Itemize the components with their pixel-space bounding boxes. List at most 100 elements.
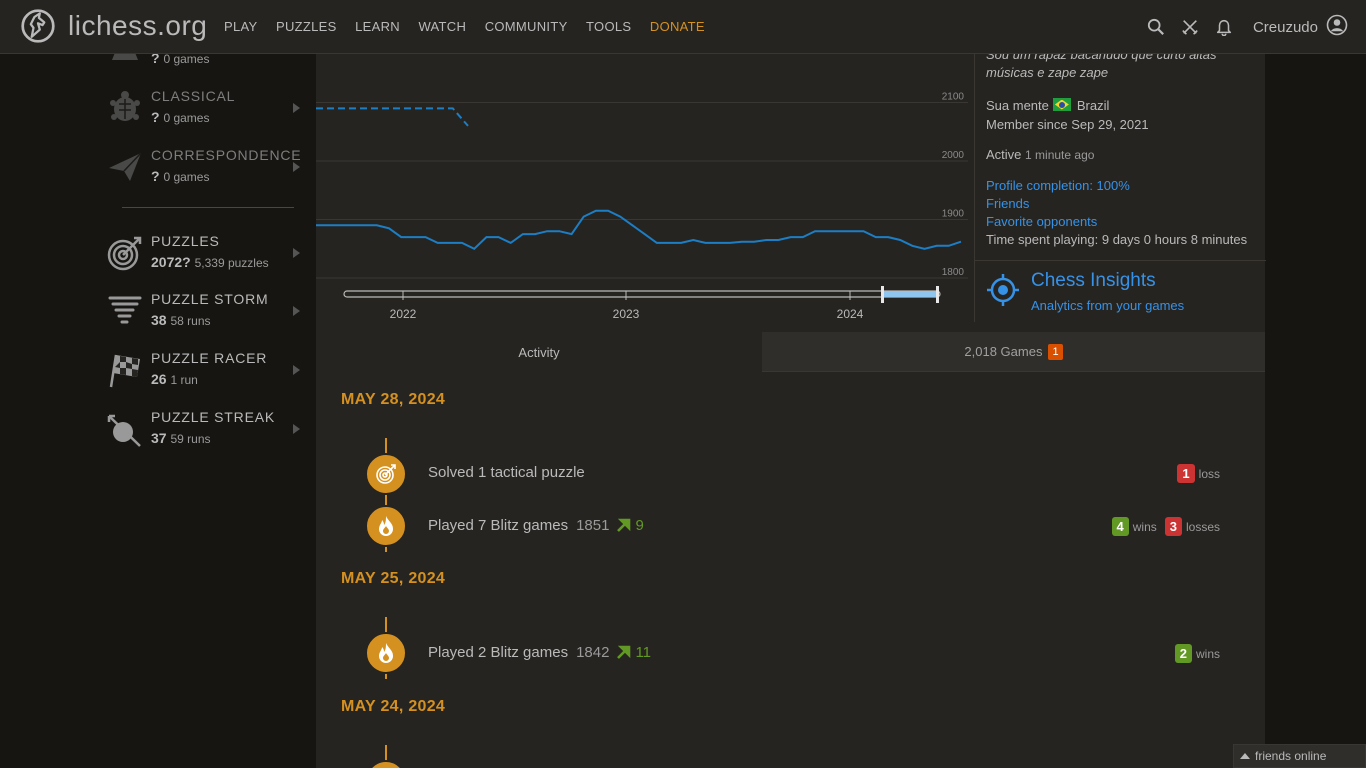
win-count-badge: 2 <box>1174 644 1192 663</box>
fire-icon <box>365 632 407 674</box>
profile-completion-link[interactable]: Profile completion: 100% <box>986 178 1130 193</box>
sidebar-item-value: 37 59 runs <box>151 430 211 446</box>
expand-arrow-icon <box>293 424 300 434</box>
sidebar-item-label: PUZZLE STREAK <box>151 409 275 425</box>
top-icons: Creuzudo <box>1139 0 1366 54</box>
main-nav: PLAY PUZZLES LEARN WATCH COMMUNITY TOOLS… <box>224 19 723 34</box>
tab-activity[interactable]: Activity <box>316 332 762 372</box>
rating-up-arrow-icon <box>617 645 631 663</box>
y-tick-label: 1900 <box>942 209 965 220</box>
nav-learn[interactable]: LEARN <box>355 19 400 34</box>
activity-result: 1 loss <box>1169 464 1220 483</box>
sidebar-item-value: 38 58 runs <box>151 312 211 328</box>
activity-result: 2 wins <box>1167 644 1220 663</box>
sidebar-item-puzzle-racer[interactable]: PUZZLE RACER 26 1 run <box>100 345 316 401</box>
sidebar-item-label: PUZZLE STORM <box>151 291 269 307</box>
nav-community[interactable]: COMMUNITY <box>485 19 568 34</box>
expand-arrow-icon <box>293 248 300 258</box>
site-name: lichess.org <box>68 10 208 41</box>
sidebar-item-label: CORRESPONDENCE <box>151 147 302 163</box>
bell-icon[interactable] <box>1207 0 1241 54</box>
sidebar-item-value: ? 0 games <box>151 168 210 184</box>
swords-icon[interactable] <box>1173 0 1207 54</box>
x-tick-label: 2024 <box>837 307 864 321</box>
sidebar-item-correspondence[interactable]: CORRESPONDENCE ? 0 games <box>100 142 316 198</box>
chess-insights-link[interactable]: Chess Insights Analytics from your games <box>975 260 1266 322</box>
streak-icon <box>106 410 144 448</box>
range-slider-handle-right[interactable] <box>936 286 939 303</box>
active-status: Active 1 minute ago <box>986 147 1095 162</box>
expand-arrow-icon <box>293 365 300 375</box>
time-spent-playing: Time spent playing: 9 days 0 hours 8 min… <box>986 232 1248 247</box>
activity-entry-text: Played 7 Blitz games 1851 9 <box>428 517 644 536</box>
paper-plane-icon <box>106 148 144 186</box>
expand-arrow-icon <box>293 103 300 113</box>
top-bar: lichess.org PLAY PUZZLES LEARN WATCH COM… <box>0 0 1366 54</box>
y-tick-label: 2000 <box>942 150 965 161</box>
activity-date: MAY 24, 2024 <box>341 698 446 715</box>
tab-games[interactable]: 2,018 Games 1 <box>762 332 1265 372</box>
sidebar-item-puzzles[interactable]: PUZZLES 2072? 5,339 puzzles <box>100 228 316 284</box>
site-logo[interactable]: lichess.org <box>20 8 207 44</box>
search-icon[interactable] <box>1139 0 1173 54</box>
nav-puzzles[interactable]: PUZZLES <box>276 19 337 34</box>
profile-location: Sua mente Brazil <box>986 98 1109 113</box>
target-icon <box>365 453 407 495</box>
username-link[interactable]: Creuzudo <box>1253 19 1318 36</box>
rating-diff: 11 <box>635 644 652 661</box>
nav-donate[interactable]: DONATE <box>650 19 705 34</box>
insights-title: Chess Insights <box>1031 270 1156 291</box>
profile-side: Sou um rapaz bacanudo que curto altas mú… <box>974 47 1266 322</box>
rating-series-dashed <box>316 107 469 127</box>
nav-watch[interactable]: WATCH <box>418 19 466 34</box>
expand-arrow-icon <box>293 306 300 316</box>
sidebar-item-value: ? 0 games <box>151 109 210 125</box>
checkered-flag-icon <box>106 351 144 389</box>
sidebar-item-classical[interactable]: CLASSICAL ? 0 games <box>100 83 316 139</box>
sidebar-item-puzzle-storm[interactable]: PUZZLE STORM 38 58 runs <box>100 286 316 342</box>
perf-sidebar: ? 0 games CLASSICAL ? 0 games CORRESPOND… <box>100 44 316 768</box>
x-tick-label: 2023 <box>613 307 640 321</box>
brazil-flag-icon <box>1052 98 1071 111</box>
blitz-rating: 1851 <box>576 517 610 534</box>
rating-up-arrow-icon <box>617 518 631 536</box>
range-slider-handle-left[interactable] <box>881 286 884 303</box>
sidebar-item-label: PUZZLES <box>151 233 220 249</box>
profile-tabs: Activity 2,018 Games 1 <box>316 332 1265 372</box>
activity-date: MAY 25, 2024 <box>341 570 446 587</box>
rating-series-line <box>316 209 962 251</box>
sidebar-item-puzzle-streak[interactable]: PUZZLE STREAK 37 59 runs <box>100 404 316 460</box>
games-badge: 1 <box>1048 343 1063 360</box>
rating-chart-svg: 2100 2000 1900 1800 2022 2023 2024 <box>316 92 968 321</box>
loss-count-badge: 1 <box>1177 464 1195 483</box>
tornado-icon <box>106 292 144 330</box>
nav-play[interactable]: PLAY <box>224 19 257 34</box>
turtle-icon <box>106 89 144 127</box>
sidebar-item-value: 2072? 5,339 puzzles <box>151 254 269 270</box>
activity-result: 4 wins 3 losses <box>1104 517 1220 536</box>
loss-count-badge: 3 <box>1164 517 1182 536</box>
insights-subtitle: Analytics from your games <box>1031 298 1185 313</box>
user-circle-icon[interactable] <box>1326 14 1366 41</box>
member-since: Member since Sep 29, 2021 <box>986 117 1149 132</box>
friends-link[interactable]: Friends <box>986 196 1029 211</box>
profile-country: Brazil <box>1076 98 1110 113</box>
profile-real-name: Sua mente <box>986 98 1049 113</box>
range-slider-selection[interactable] <box>882 291 938 297</box>
sidebar-item-label: CLASSICAL <box>151 88 236 104</box>
knight-logo-icon <box>21 9 55 43</box>
insights-target-icon <box>986 273 1020 307</box>
rating-history-chart[interactable]: 2100 2000 1900 1800 2022 2023 2024 <box>316 54 974 322</box>
win-count-badge: 4 <box>1111 517 1129 536</box>
fire-icon <box>365 505 407 547</box>
favorite-opponents-link[interactable]: Favorite opponents <box>986 214 1097 229</box>
y-tick-label: 1800 <box>942 267 965 278</box>
activity-entry-text: Solved 1 tactical puzzle <box>428 464 585 481</box>
activity-entry-text: Played 2 Blitz games 1842 11 <box>428 644 652 663</box>
nav-tools[interactable]: TOOLS <box>586 19 631 34</box>
target-icon <box>106 234 144 272</box>
sidebar-item-value: 26 1 run <box>151 371 198 387</box>
sidebar-divider <box>122 207 294 208</box>
friends-online-toggle[interactable]: friends online <box>1233 744 1366 768</box>
range-slider-track[interactable] <box>343 290 941 298</box>
